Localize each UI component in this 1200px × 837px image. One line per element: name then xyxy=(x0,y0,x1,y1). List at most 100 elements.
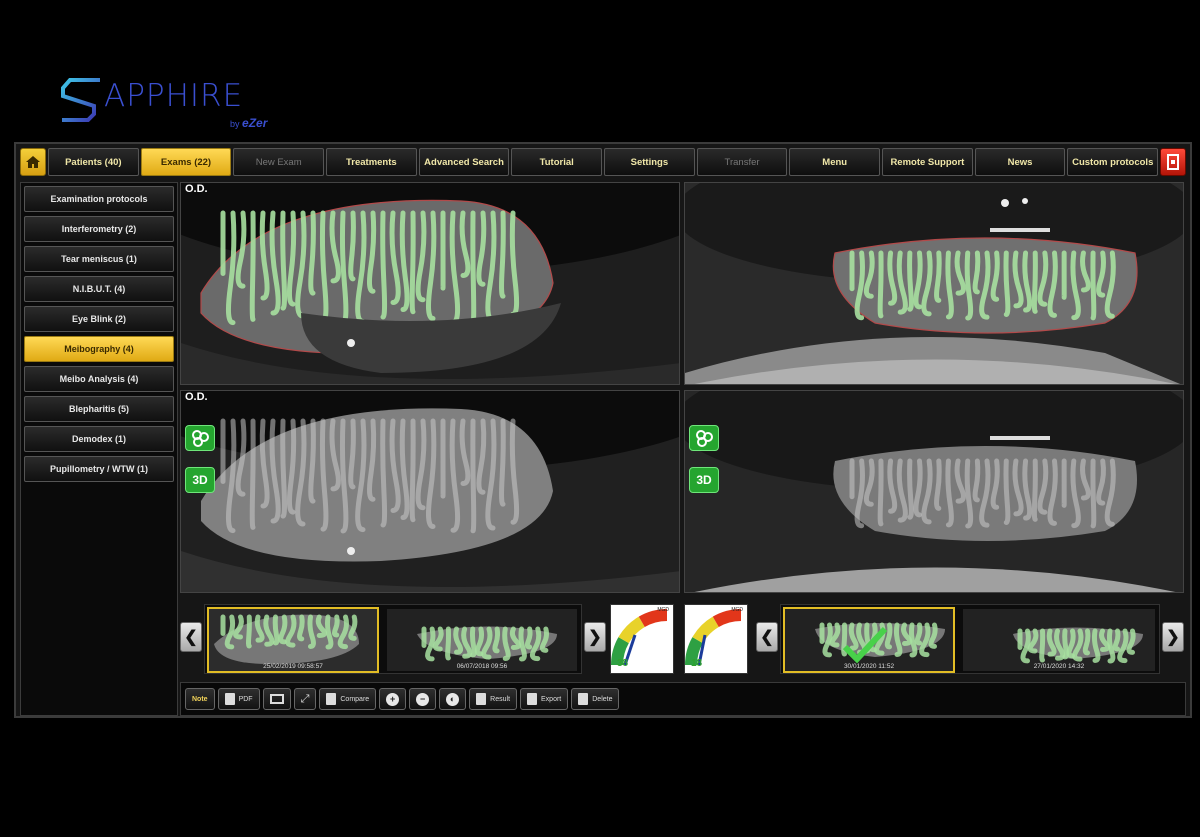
tab-advanced-search[interactable]: Advanced Search xyxy=(418,148,510,176)
sidebar-item-meibo-analysis-4[interactable]: Meibo Analysis (4) xyxy=(24,366,174,392)
tab-news[interactable]: News xyxy=(974,148,1066,176)
gland-stripe xyxy=(1062,628,1070,660)
logo-byline: by eZer xyxy=(230,116,267,130)
gland-stripe xyxy=(380,210,388,320)
thumbnail-date: 25/02/2019 09:58:57 xyxy=(263,663,323,670)
gland-stripe xyxy=(499,418,506,507)
sidebar-item-examination-protocols[interactable]: Examination protocols xyxy=(24,186,174,212)
fullscreen-button[interactable]: ⤢ xyxy=(293,688,317,710)
sapphire-logo: APPHIRE by eZer xyxy=(60,74,300,134)
gland-stripe xyxy=(1090,250,1097,321)
panel-top-left[interactable]: O.D. xyxy=(180,182,680,385)
result-button[interactable]: Result xyxy=(469,688,518,710)
gland-stripe xyxy=(1090,458,1097,529)
gauge-unit: MGD xyxy=(731,607,743,613)
tab-transfer[interactable]: Transfer xyxy=(696,148,788,176)
gland-stripe xyxy=(380,418,388,528)
meibography-image-lower-raw xyxy=(685,391,1183,592)
filter-icon: ◐ xyxy=(446,692,460,706)
zoom-in-button[interactable]: + xyxy=(379,688,407,710)
compare-button[interactable]: Compare xyxy=(319,688,377,710)
thumbnail[interactable]: 06/07/2018 09:56 xyxy=(385,607,579,673)
zoom-out-icon: − xyxy=(416,692,430,706)
thumbnail-strip: ❮ 25/02/2019 09:58:57 06/07/2018 09:56 ❯… xyxy=(180,602,1186,676)
gland-stripe xyxy=(308,418,316,504)
thumbnail[interactable]: 25/02/2019 09:58:57 xyxy=(207,607,379,673)
gland-stripe xyxy=(934,458,942,511)
thumb-group-right: 30/01/2020 11:52 27/01/2020 14:32 xyxy=(780,604,1160,674)
sidebar-item-eye-blink-2[interactable]: Eye Blink (2) xyxy=(24,306,174,332)
export-button[interactable]: Export xyxy=(520,688,569,710)
thumb-group-left: 25/02/2019 09:58:57 06/07/2018 09:56 xyxy=(204,604,582,674)
thumbnail-date: 30/01/2020 11:52 xyxy=(843,663,895,670)
thumbnail-image xyxy=(209,609,377,671)
gland-stripe xyxy=(348,210,356,282)
gland-stripe xyxy=(1031,458,1038,522)
panel-bottom-right[interactable]: 3D xyxy=(684,390,1184,593)
gland-tool-button[interactable] xyxy=(185,425,215,451)
tab-treatments[interactable]: Treatments xyxy=(326,148,417,176)
app-window: Patients (40) Exams (22) New Exam Treatment… xyxy=(14,142,1192,718)
delete-button[interactable]: Delete xyxy=(571,688,620,710)
image-grid: O.D. O.D. 3D 3D xyxy=(180,182,1186,596)
meibography-image-upper-raw xyxy=(181,391,679,592)
next-right-button[interactable]: ❯ xyxy=(1162,622,1184,652)
eye-label-od: O.D. xyxy=(185,391,208,403)
chevron-right-icon: ❯ xyxy=(1166,629,1180,646)
prev-right-button[interactable]: ❮ xyxy=(756,622,778,652)
mgd-gauge-right: MGD 18 xyxy=(684,604,748,674)
gland-stripe xyxy=(907,458,914,520)
gland-stripe xyxy=(249,418,256,530)
tab-new-exam[interactable]: New Exam xyxy=(233,148,325,176)
gland-stripe xyxy=(445,626,452,661)
gland-stripe xyxy=(914,622,923,646)
sidebar-item-tear-meniscus-1[interactable]: Tear meniscus (1) xyxy=(24,246,174,272)
gland-stripe xyxy=(331,614,340,638)
home-button[interactable] xyxy=(20,148,46,176)
export-icon xyxy=(527,693,538,705)
tab-patients-40[interactable]: Patients (40) xyxy=(48,148,139,176)
panel-top-right[interactable] xyxy=(684,182,1184,385)
gland-stripe xyxy=(470,210,477,326)
sidebar-item-demodex-1[interactable]: Demodex (1) xyxy=(24,426,174,452)
view-3d-button[interactable]: 3D xyxy=(185,467,215,493)
result-label: Result xyxy=(490,695,511,703)
gland-tool-button[interactable] xyxy=(689,425,719,451)
gland-stripe xyxy=(272,614,280,646)
exit-button[interactable] xyxy=(1160,148,1187,176)
logo-wordmark: APPHIRE xyxy=(104,78,244,114)
thumbnail[interactable]: 27/01/2020 14:32 xyxy=(961,607,1157,673)
panel-bottom-left[interactable]: O.D. 3D xyxy=(180,390,680,593)
gauge-value: 18 xyxy=(691,658,703,669)
tab-exams-22[interactable]: Exams (22) xyxy=(140,148,232,176)
next-left-button[interactable]: ❯ xyxy=(584,622,606,652)
tab-remote-support[interactable]: Remote Support xyxy=(882,148,973,176)
gauge-unit: MGD xyxy=(657,607,669,613)
pdf-button[interactable]: PDF xyxy=(217,688,260,710)
gland-stripe xyxy=(249,210,256,322)
zoom-out-button[interactable]: − xyxy=(409,688,437,710)
top-nav: Patients (40) Exams (22) New Exam Treatment… xyxy=(20,148,1187,178)
tab-menu[interactable]: Menu xyxy=(789,148,881,176)
mgd-gauge-left: MGD 38 xyxy=(610,604,674,674)
gland-stripe xyxy=(972,458,981,503)
prev-left-button[interactable]: ❮ xyxy=(180,622,202,652)
sidebar-item-interferometry-2[interactable]: Interferometry (2) xyxy=(24,216,174,242)
thumbnail-date: 27/01/2020 14:32 xyxy=(1033,663,1085,670)
view-3d-button[interactable]: 3D xyxy=(689,467,719,493)
clipboard-icon xyxy=(476,693,487,705)
byline-prefix: by xyxy=(230,119,240,129)
sidebar-item-n-i-b-u-t-4[interactable]: N.I.B.U.T. (4) xyxy=(24,276,174,302)
expand-icon: ⤢ xyxy=(300,692,310,705)
tab-tutorial[interactable]: Tutorial xyxy=(511,148,603,176)
color-filter-button[interactable]: ◐ xyxy=(439,688,467,710)
gland-stripe xyxy=(934,250,942,303)
sidebar-item-pupillometry-wtw-1[interactable]: Pupillometry / WTW (1) xyxy=(24,456,174,482)
note-button[interactable]: Note xyxy=(185,688,215,710)
sidebar-item-meibography-4[interactable]: Meibography (4) xyxy=(24,336,174,362)
fit-window-button[interactable] xyxy=(262,688,291,710)
tab-custom-protocols[interactable]: Custom protocols xyxy=(1067,148,1159,176)
tab-settings[interactable]: Settings xyxy=(604,148,695,176)
thumbnail[interactable]: 30/01/2020 11:52 xyxy=(783,607,955,673)
sidebar-item-blepharitis-5[interactable]: Blepharitis (5) xyxy=(24,396,174,422)
